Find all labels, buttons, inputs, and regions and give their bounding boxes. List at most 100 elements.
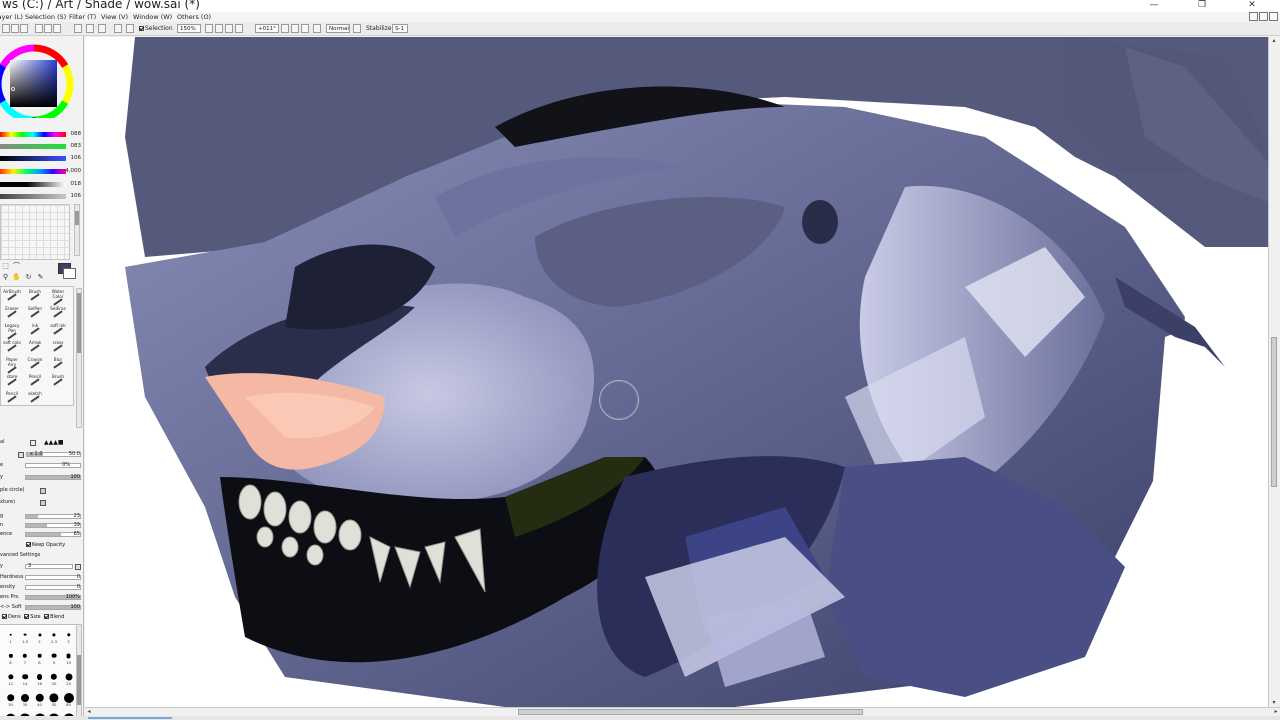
- doc-minimize-button[interactable]: [1249, 12, 1258, 21]
- brush-slot[interactable]: Water Color: [49, 289, 67, 306]
- brush-slot[interactable]: Brush: [49, 374, 67, 391]
- doc-close-button[interactable]: [1269, 12, 1278, 21]
- scroll-up-arrow-icon[interactable]: ▴: [1270, 37, 1278, 45]
- color-swatch-grid[interactable]: [0, 204, 70, 260]
- horizontal-scroll-thumb[interactable]: [518, 709, 863, 715]
- color-wheel[interactable]: [0, 42, 76, 124]
- brush-slot[interactable]: Legacy Pen: [3, 323, 21, 340]
- rotate-reset-icon[interactable]: [301, 24, 309, 33]
- brush-slot[interactable]: Blur: [49, 357, 67, 374]
- brush-slot[interactable]: AirBrush: [3, 289, 21, 306]
- stabilizer-icon[interactable]: [353, 24, 361, 33]
- blend-mode-select[interactable]: Normal: [326, 24, 350, 33]
- brush-shape-row[interactable]: ple circle): [0, 486, 83, 495]
- selection-toggle[interactable]: Selection: [139, 24, 173, 34]
- min-density-row[interactable]: ensity 0: [0, 583, 83, 592]
- flip-horizontal-icon[interactable]: [313, 24, 321, 33]
- menu-selection[interactable]: Selection (S): [25, 12, 66, 22]
- scroll-left-arrow-icon[interactable]: ◂: [85, 708, 93, 716]
- advanced-settings-header[interactable]: vanced Settings: [0, 551, 83, 560]
- zoom-field[interactable]: 150%: [177, 24, 201, 33]
- hue-slider[interactable]: 088: [0, 130, 83, 139]
- color-slider[interactable]: 4,000: [0, 167, 83, 176]
- brush-slot[interactable]: SelEras: [49, 306, 67, 323]
- brush-grid-scrollbar[interactable]: [76, 288, 82, 428]
- brush-slot[interactable]: Paper Airy: [3, 357, 21, 374]
- mode-row[interactable]: al ▲▲▲■: [0, 438, 83, 447]
- brush-slot[interactable]: Pencil: [26, 374, 44, 391]
- brush-slot[interactable]: [49, 391, 67, 408]
- density-slider[interactable]: 018: [0, 180, 83, 189]
- brush-size-preset[interactable]: 25: [60, 669, 77, 686]
- brush-size-preset[interactable]: 60: [60, 690, 77, 707]
- hard-soft-row[interactable]: <-> Soft 100: [0, 603, 83, 612]
- redo-icon[interactable]: [98, 24, 106, 33]
- brush-slot[interactable]: soft colo: [3, 340, 21, 357]
- menu-view[interactable]: View (V): [101, 12, 128, 22]
- brush-slot[interactable]: Arrow: [26, 340, 44, 357]
- secondary-color-swatch[interactable]: [63, 268, 76, 279]
- keep-opacity-toggle[interactable]: Keep Opacity: [26, 541, 83, 550]
- brush-slot[interactable]: Brush: [26, 289, 44, 306]
- min-size-row[interactable]: e 0%: [0, 461, 83, 470]
- menu-layer[interactable]: Layer (L): [0, 12, 23, 22]
- undo-icon[interactable]: [86, 24, 94, 33]
- tool-icon-1[interactable]: [2, 24, 10, 33]
- tool-icon-4[interactable]: [35, 24, 43, 33]
- eyedropper-icon[interactable]: ✎: [36, 273, 45, 282]
- persistence-row[interactable]: ence 65: [0, 530, 83, 539]
- tool-icon-7[interactable]: [74, 24, 82, 33]
- size-toggle[interactable]: Size: [24, 614, 41, 620]
- brush-slot[interactable]: cross: [49, 340, 67, 357]
- rotate-left-icon[interactable]: [281, 24, 289, 33]
- canvas-horizontal-scrollbar[interactable]: ◂ ▸: [85, 707, 1280, 716]
- blend-toggle[interactable]: Blend: [44, 614, 64, 620]
- zoom-fit-icon[interactable]: [235, 24, 243, 33]
- stabilizer-select[interactable]: S-1: [392, 24, 408, 33]
- saturation-slider[interactable]: 083: [0, 142, 83, 151]
- brush-slot[interactable]: sketch: [26, 391, 44, 408]
- dens-toggle[interactable]: Dens: [2, 614, 21, 620]
- rotate-tool-icon[interactable]: ↻: [24, 273, 33, 282]
- max-dens-prs-row[interactable]: ens Prs. 100%: [0, 593, 83, 602]
- scroll-right-arrow-icon[interactable]: ▸: [1272, 708, 1280, 716]
- quality-row[interactable]: y 3: [0, 562, 83, 571]
- rotation-field[interactable]: +011°: [255, 24, 279, 33]
- tool-icon-2[interactable]: [11, 24, 19, 33]
- lasso-icon[interactable]: ⌒: [12, 262, 21, 271]
- menu-others[interactable]: Others (O): [177, 12, 211, 22]
- edge-hardness-row[interactable]: Hardness 0: [0, 573, 83, 582]
- scroll-down-arrow-icon[interactable]: ▾: [1270, 699, 1278, 707]
- doc-restore-button[interactable]: [1259, 12, 1268, 21]
- brush-slot[interactable]: Pencil: [3, 391, 21, 408]
- swatch-scrollbar[interactable]: [74, 204, 80, 256]
- brush-slot[interactable]: store: [3, 374, 21, 391]
- brush-size-preset[interactable]: 10: [60, 648, 77, 665]
- value-slider[interactable]: 106: [0, 154, 83, 163]
- zoom-reset-icon[interactable]: [225, 24, 233, 33]
- brush-slot[interactable]: ink: [26, 323, 44, 340]
- tool-icon-5[interactable]: [44, 24, 52, 33]
- density-row[interactable]: y 100: [0, 473, 83, 482]
- zoom-in-icon[interactable]: [205, 24, 213, 33]
- tool-icon-6[interactable]: [53, 24, 61, 33]
- selection-rect-icon[interactable]: ⬚: [1, 262, 10, 271]
- blending-row[interactable]: g 23: [0, 512, 83, 521]
- size-row[interactable]: x 1.0 50.0: [0, 450, 83, 459]
- vertical-scroll-thumb[interactable]: [1271, 337, 1277, 487]
- brush-slot[interactable]: soft ink: [49, 323, 67, 340]
- brush-size-preset[interactable]: 3: [60, 627, 77, 644]
- maximize-button[interactable]: ❐: [1190, 0, 1214, 12]
- rotate-right-icon[interactable]: [291, 24, 299, 33]
- brush-size-scrollbar[interactable]: [76, 624, 82, 720]
- hand-tool-icon[interactable]: ✋: [12, 273, 21, 282]
- close-button[interactable]: ✕: [1240, 0, 1264, 12]
- canvas-vertical-scrollbar[interactable]: ▴ ▾: [1268, 37, 1278, 707]
- menu-filter[interactable]: Filter (T): [69, 12, 96, 22]
- zoom-tool-icon[interactable]: ⚲: [1, 273, 10, 282]
- dilution-row[interactable]: n 39: [0, 521, 83, 530]
- brush-slot[interactable]: Crayon: [26, 357, 44, 374]
- brush-slot[interactable]: Eraser: [3, 306, 21, 323]
- brush-slot[interactable]: SelPen: [26, 306, 44, 323]
- brush-texture-row[interactable]: xture): [0, 498, 83, 507]
